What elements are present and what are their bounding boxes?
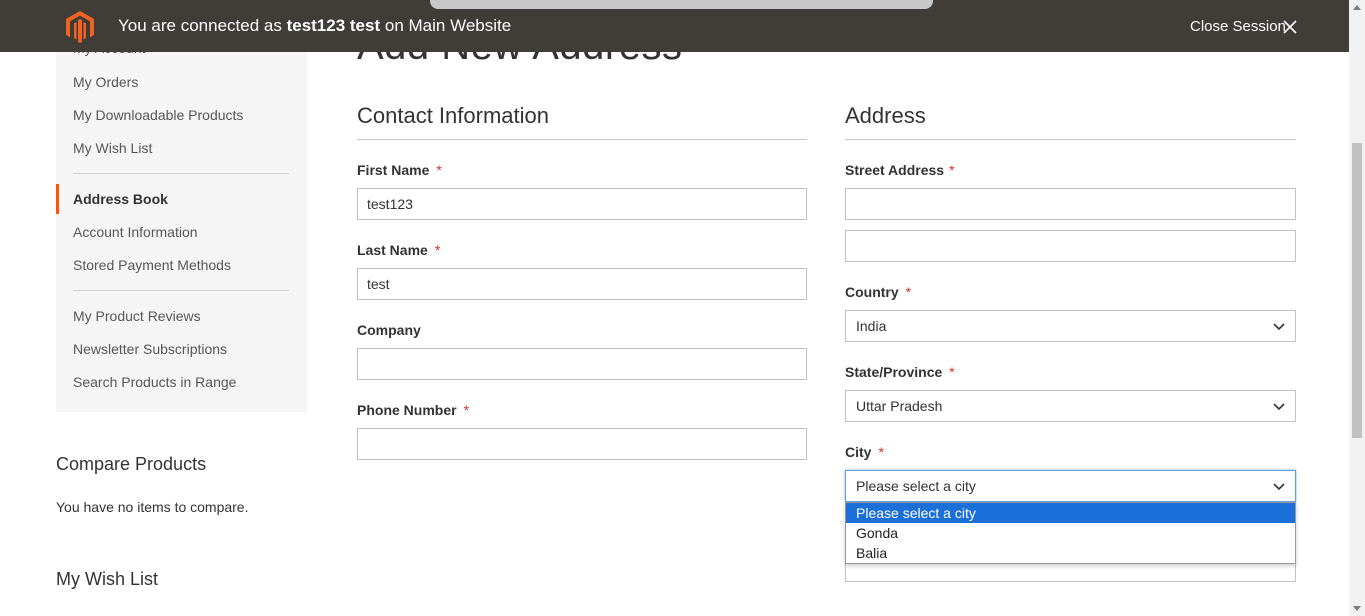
phone-number-input[interactable] xyxy=(357,428,807,460)
session-user: test123 test xyxy=(286,16,381,35)
chevron-down-icon xyxy=(1273,403,1285,411)
sidebar-item-account-information[interactable]: Account Information xyxy=(73,224,198,240)
state-province-select[interactable]: Uttar Pradesh xyxy=(845,390,1296,422)
nav-divider xyxy=(73,173,289,174)
scroll-down-icon[interactable] xyxy=(1353,606,1361,611)
last-name-label: Last Name * xyxy=(357,242,441,258)
scrollbar-thumb[interactable] xyxy=(1352,143,1362,438)
street-address-label: Street Address * xyxy=(845,162,955,178)
state-selected-value: Uttar Pradesh xyxy=(856,398,943,414)
street-address-line2-input[interactable] xyxy=(845,230,1296,262)
city-dropdown-list: Please select a city Gonda Balia xyxy=(845,502,1296,564)
session-message: You are connected as test123 test on Mai… xyxy=(118,16,512,35)
country-selected-value: India xyxy=(856,318,887,334)
active-indicator xyxy=(56,184,59,214)
city-option[interactable]: Balia xyxy=(846,543,1295,563)
city-option[interactable]: Gonda xyxy=(846,523,1295,543)
country-select[interactable]: India xyxy=(845,310,1296,342)
sidebar-item-newsletter-subscriptions[interactable]: Newsletter Subscriptions xyxy=(73,341,227,357)
company-input[interactable] xyxy=(357,348,807,380)
browser-overlay-pill xyxy=(430,0,933,9)
close-session-button[interactable]: Close Session xyxy=(1190,18,1286,35)
address-legend: Address xyxy=(845,103,926,128)
compare-empty-text: You have no items to compare. xyxy=(56,499,249,515)
city-option[interactable]: Please select a city xyxy=(846,503,1295,523)
legend-divider xyxy=(357,139,807,140)
first-name-label: First Name * xyxy=(357,162,442,178)
chevron-down-icon xyxy=(1273,323,1285,331)
country-label: Country * xyxy=(845,284,912,300)
sidebar-item-address-book[interactable]: Address Book xyxy=(73,191,168,207)
contact-information-legend: Contact Information xyxy=(357,103,549,128)
page-content: Add New Address My Account My Orders My … xyxy=(0,0,1349,616)
account-nav: My Account My Orders My Downloadable Pro… xyxy=(56,30,307,412)
state-province-label: State/Province * xyxy=(845,364,955,380)
sidebar-item-product-reviews[interactable]: My Product Reviews xyxy=(73,308,201,324)
required-marker: * xyxy=(949,162,955,178)
sidebar-item-downloadable-products[interactable]: My Downloadable Products xyxy=(73,107,243,123)
required-marker: * xyxy=(434,242,441,258)
chevron-down-icon xyxy=(1273,483,1285,491)
sidebar-item-wish-list[interactable]: My Wish List xyxy=(73,140,152,156)
wishlist-block-title: My Wish List xyxy=(56,569,159,589)
city-label: City * xyxy=(845,444,884,460)
city-select[interactable]: Please select a city xyxy=(845,470,1296,502)
page-scrollbar[interactable] xyxy=(1349,0,1365,616)
nav-divider xyxy=(73,290,289,291)
legend-divider xyxy=(845,139,1296,140)
sidebar-item-my-orders[interactable]: My Orders xyxy=(73,74,138,90)
last-name-input[interactable] xyxy=(357,268,807,300)
city-selected-value: Please select a city xyxy=(856,478,976,494)
close-icon[interactable] xyxy=(1283,20,1297,34)
sidebar-item-search-products-in-range[interactable]: Search Products in Range xyxy=(73,374,236,390)
required-marker: * xyxy=(436,162,442,178)
street-address-line1-input[interactable] xyxy=(845,188,1296,220)
required-marker: * xyxy=(949,364,955,380)
phone-number-label: Phone Number * xyxy=(357,402,470,418)
required-marker: * xyxy=(463,402,470,418)
company-label: Company xyxy=(357,322,421,338)
sidebar-item-stored-payment-methods[interactable]: Stored Payment Methods xyxy=(73,257,231,273)
scroll-up-icon[interactable] xyxy=(1353,5,1361,10)
required-marker: * xyxy=(878,444,884,460)
compare-products-title: Compare Products xyxy=(56,454,207,474)
first-name-input[interactable] xyxy=(357,188,807,220)
required-marker: * xyxy=(905,284,912,300)
magento-logo-icon xyxy=(66,11,94,43)
